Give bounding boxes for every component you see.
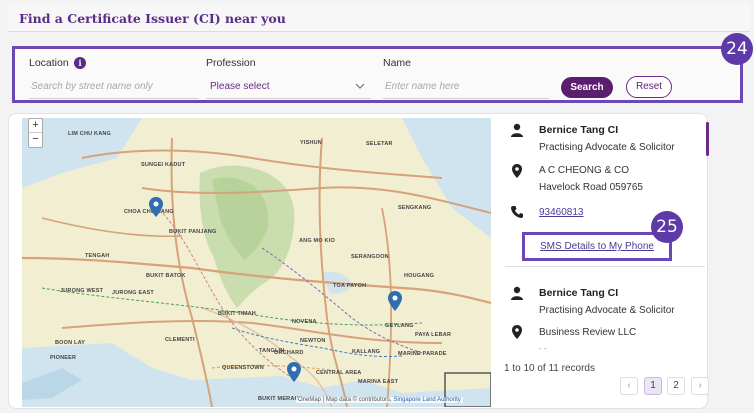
result-phone-link[interactable]: 93460813: [539, 207, 584, 218]
search-button[interactable]: Search: [561, 77, 613, 98]
filter-panel: Location i Search by street name only Pr…: [12, 46, 743, 103]
map-place-label: NEWTON: [300, 338, 326, 344]
page-title: Find a Certificate Issuer (CI) near you: [19, 11, 286, 26]
step-badge-filters: 24: [721, 33, 753, 65]
map-place-label: PAYA LEBAR: [415, 332, 452, 338]
ci-finder-page: Find a Certificate Issuer (CI) near you …: [0, 0, 754, 413]
map-zoom-control: + −: [28, 118, 43, 148]
map-place-label: HOUGANG: [404, 273, 435, 279]
name-label: Name: [383, 57, 412, 69]
step-badge-sms: 25: [651, 211, 683, 243]
records-count: 1 to 10 of 11 records: [504, 363, 595, 374]
map-place-label: BOON LAY: [55, 340, 86, 346]
map-graphic: [22, 118, 491, 407]
result-firm: A C CHEONG & CO: [539, 165, 630, 176]
sms-details-link[interactable]: SMS Details to My Phone: [540, 241, 654, 252]
prev-page-button[interactable]: ‹: [620, 377, 638, 395]
result-address: - -: [539, 344, 547, 353]
map-attribution: OneMap | Map data © contributors, Singap…: [296, 397, 463, 403]
results-scrollbar[interactable]: [706, 122, 709, 156]
name-input[interactable]: Enter name here: [383, 77, 549, 99]
map-place-label: BUKIT MERAH: [258, 396, 299, 402]
map-place-label: NOVENA: [292, 319, 317, 325]
info-icon[interactable]: i: [74, 57, 86, 69]
sms-details-highlight: SMS Details to My Phone: [522, 232, 672, 261]
map-pin-icon[interactable]: [149, 197, 163, 217]
map-place-label: SERANGOON: [351, 254, 389, 260]
location-label: Location: [29, 57, 69, 69]
map-place-label: ORCHARD: [274, 350, 304, 356]
next-page-button[interactable]: ›: [691, 377, 709, 395]
map-place-label: BUKIT TIMAH: [218, 311, 256, 317]
map-place-label: CENTRAL AREA: [316, 370, 362, 376]
page-2-button[interactable]: 2: [667, 377, 685, 395]
zoom-in-button[interactable]: +: [29, 119, 42, 133]
location-input[interactable]: Search by street name only: [29, 77, 199, 99]
map-place-label: TOA PAYOH: [333, 283, 367, 289]
map-place-label: MARINE PARADE: [398, 351, 447, 357]
person-icon: [511, 286, 523, 300]
map-place-label: CLEMENTI: [165, 337, 195, 343]
reset-button[interactable]: Reset: [626, 76, 672, 98]
result-firm: Business Review LLC: [539, 327, 637, 338]
result-profession: Practising Advocate & Solicitor: [539, 305, 675, 316]
person-icon: [511, 123, 523, 137]
map-place-label: ANG MO KIO: [299, 238, 335, 244]
location-pin-icon: [512, 325, 522, 339]
profession-label: Profession: [206, 57, 256, 69]
map-place-label: JURONG EAST: [112, 290, 154, 296]
map-place-label: PIONEER: [50, 355, 77, 361]
result-profession: Practising Advocate & Solicitor: [539, 142, 675, 153]
map-pin-icon[interactable]: [388, 291, 402, 311]
map-place-label: QUEENSTOWN: [222, 365, 264, 371]
map-view[interactable]: [22, 118, 491, 407]
map-place-label: MARINA EAST: [358, 379, 399, 385]
map-place-label: GEYLANG: [385, 323, 414, 329]
zoom-out-button[interactable]: −: [29, 133, 42, 147]
location-pin-icon: [512, 164, 522, 178]
profession-select-value: Please select: [210, 81, 270, 92]
chevron-down-icon: [355, 83, 365, 89]
result-divider: [505, 266, 705, 267]
map-place-label: TENGAH: [85, 253, 110, 259]
attribution-text: OneMap | Map data © contributors,: [298, 397, 392, 403]
result-address: Havelock Road 059765: [539, 182, 643, 193]
title-bar: Find a Certificate Issuer (CI) near you: [8, 4, 750, 32]
map-place-label: BUKIT BATOK: [146, 273, 186, 279]
result-name: Bernice Tang CI: [539, 287, 619, 299]
map-place-label: SENGKANG: [398, 205, 432, 211]
map-place-label: KALLANG: [352, 349, 381, 355]
map-place-label: LIM CHU KANG: [68, 131, 112, 137]
map-place-label: SUNGEI KADUT: [141, 162, 186, 168]
phone-icon: [511, 206, 523, 218]
result-name: Bernice Tang CI: [539, 124, 619, 136]
map-place-label: BUKIT PANJANG: [169, 229, 217, 235]
map-place-label: SELETAR: [366, 141, 393, 147]
map-place-label: YISHUN: [300, 140, 322, 146]
attribution-link[interactable]: Singapore Land Authority: [393, 397, 460, 403]
map-pin-icon[interactable]: [287, 362, 301, 382]
page-1-button[interactable]: 1: [644, 377, 662, 395]
map-place-label: JURONG WEST: [60, 288, 104, 294]
profession-select[interactable]: Please select: [206, 77, 371, 99]
